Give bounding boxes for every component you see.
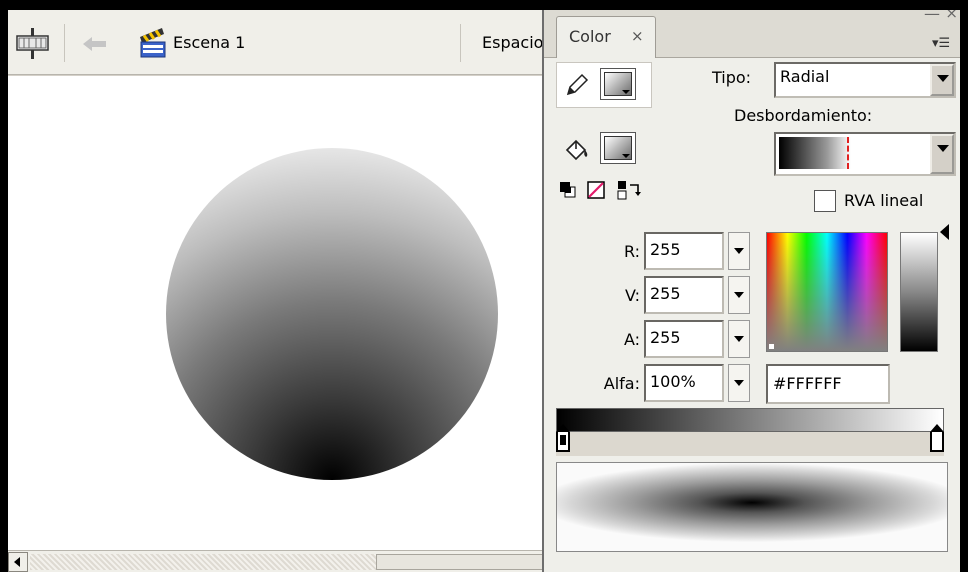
v-input[interactable]: 255 xyxy=(644,276,724,314)
clapperboard-icon xyxy=(138,27,168,63)
tab-color-label: Color xyxy=(569,27,611,46)
color-tools-row xyxy=(560,180,650,206)
r-dropdown-icon[interactable] xyxy=(728,232,750,270)
fill-color-swatch[interactable] xyxy=(600,132,636,164)
tab-close-icon[interactable]: × xyxy=(631,27,644,45)
overflow-preview xyxy=(779,137,875,169)
scene-label[interactable]: Escena 1 xyxy=(173,33,245,52)
gradient-stop-black[interactable] xyxy=(556,424,570,452)
tipo-label: Tipo: xyxy=(712,68,752,87)
v-dropdown-icon[interactable] xyxy=(728,276,750,314)
chevron-down-icon[interactable] xyxy=(930,134,954,174)
scroll-track[interactable] xyxy=(30,554,376,570)
back-arrow-icon[interactable] xyxy=(82,36,108,56)
panel-minimize-icon[interactable]: — xyxy=(924,10,940,23)
brightness-slider[interactable] xyxy=(900,232,938,352)
scroll-left-button[interactable] xyxy=(8,552,28,572)
v-label: V: xyxy=(624,286,640,305)
r-input[interactable]: 255 xyxy=(644,232,724,270)
gradient-preview xyxy=(556,462,948,552)
scroll-thumb[interactable] xyxy=(376,554,544,570)
tab-color[interactable]: Color × xyxy=(556,16,656,58)
no-color-icon xyxy=(587,181,605,199)
alfa-label: Alfa: xyxy=(603,374,640,393)
pencil-icon xyxy=(564,72,590,102)
chevron-down-icon[interactable] xyxy=(930,64,954,96)
swap-colors-icon xyxy=(617,181,641,200)
radial-gradient-circle[interactable] xyxy=(166,148,498,480)
desbordamiento-select[interactable] xyxy=(774,132,956,176)
hex-input[interactable]: #FFFFFF xyxy=(766,364,890,404)
panel-close-icon[interactable]: × xyxy=(945,10,958,22)
brightness-marker-icon[interactable] xyxy=(940,224,949,240)
stroke-color-swatch[interactable] xyxy=(600,68,636,100)
gradient-bar[interactable] xyxy=(556,408,944,432)
tipo-select[interactable]: Radial xyxy=(774,62,956,98)
workspace-label[interactable]: Espacio xyxy=(482,33,543,52)
a-input[interactable]: 255 xyxy=(644,320,724,358)
desbordamiento-label: Desbordamiento: xyxy=(734,106,873,125)
r-label: R: xyxy=(623,242,640,261)
panel-header: Color × — × ▾☰ xyxy=(544,10,960,58)
panel-menu-icon[interactable]: ▾☰ xyxy=(932,36,958,54)
a-dropdown-icon[interactable] xyxy=(728,320,750,358)
toolbar-separator xyxy=(64,24,65,62)
spectrum-cursor[interactable] xyxy=(769,344,774,349)
horizontal-scrollbar[interactable] xyxy=(8,550,544,572)
color-panel: Color × — × ▾☰ Tipo: Radial Desbordamien… xyxy=(542,10,960,572)
rva-lineal-label: RVA lineal xyxy=(844,191,924,210)
alfa-input[interactable]: 100% xyxy=(644,364,724,402)
scene-icon[interactable] xyxy=(16,28,50,64)
gradient-stop-white[interactable] xyxy=(930,424,944,452)
alfa-dropdown-icon[interactable] xyxy=(728,364,750,402)
a-label: A: xyxy=(623,330,640,349)
tipo-value: Radial xyxy=(780,67,830,86)
stage-canvas[interactable] xyxy=(8,76,544,550)
app-window: Escena 1 Espacio Color × — × ▾☰ Tipo: Ra… xyxy=(8,10,960,572)
toolbar-separator xyxy=(460,24,461,62)
color-spectrum-picker[interactable] xyxy=(766,232,888,352)
rva-lineal-checkbox[interactable] xyxy=(814,190,836,212)
gradient-stops-track[interactable] xyxy=(556,424,944,456)
black-white-icon xyxy=(560,182,576,198)
paint-bucket-icon xyxy=(564,138,590,168)
